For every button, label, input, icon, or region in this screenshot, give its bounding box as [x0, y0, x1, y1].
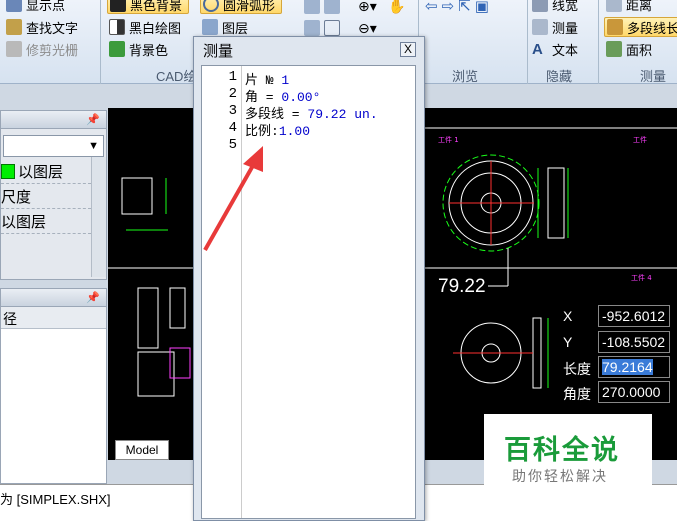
forward-arrow-icon: ⇨ — [441, 0, 455, 15]
line-width-button[interactable]: 线宽 — [532, 0, 578, 14]
zoom-find-icon — [324, 0, 340, 14]
color-swatch — [1, 163, 15, 179]
dropdown-arrow-icon: ▼ — [88, 140, 99, 152]
properties-panel: 📌 ▼ 以图层 尺度 以图层 — [0, 110, 107, 280]
zoom-window-icon — [304, 0, 320, 14]
area-button[interactable]: 面积 — [606, 39, 652, 59]
coord-y-label: Y — [563, 334, 573, 350]
back-arrow-icon: ⇦ — [425, 0, 438, 15]
bw-draw-button[interactable]: 黑白绘图 — [109, 17, 181, 37]
app-window: 显示点 查找文字 修剪光栅 黑色背景 黑白绘图 背景色 圆滑弧形 图层 ⊕▾ ⊖… — [0, 0, 677, 521]
pin-icon[interactable]: 📌 — [86, 113, 100, 126]
export-icon: ⇱ — [458, 0, 471, 15]
line-number: 1 — [228, 69, 237, 85]
watermark: 百科全说 助你轻松解决 — [484, 414, 652, 490]
trim-raster-button[interactable]: 修剪光栅 — [6, 39, 78, 59]
zoom-out-button[interactable]: ⊖▾ — [358, 18, 377, 38]
property-row[interactable]: 以图层 — [1, 159, 91, 184]
line-number: 4 — [228, 120, 237, 136]
measure-button[interactable]: 测量 — [532, 17, 578, 37]
watermark-title: 百科全说 — [504, 435, 620, 465]
line-width-icon — [532, 0, 548, 12]
distance-button[interactable]: 距离 — [606, 0, 652, 14]
file-panel: 📌 径 — [0, 288, 107, 484]
black-background-button[interactable]: 黑色背景 — [107, 0, 190, 14]
window-icon: ▣ — [474, 0, 489, 15]
arc-icon — [203, 0, 219, 12]
line-number: 3 — [228, 103, 237, 119]
group-label-browse: 浏览 — [452, 69, 479, 84]
layers-icon — [202, 19, 218, 35]
zoom-in-button[interactable]: ⊕▾ — [358, 0, 377, 16]
line-number: 2 — [228, 86, 237, 102]
ribbon-separator — [598, 0, 599, 84]
zoom-in-icon: ⊕▾ — [358, 0, 377, 14]
coord-angle-label: 角度 — [563, 386, 591, 402]
coord-y-field[interactable]: -108.5502 — [598, 331, 670, 353]
coord-x-label: X — [563, 308, 573, 324]
property-row[interactable]: 以图层 — [1, 209, 91, 234]
svg-text:工件 1: 工件 1 — [438, 135, 459, 144]
result-line: 比例:1.00 — [245, 124, 311, 139]
dimension-label: 79.22 — [438, 276, 486, 297]
bw-icon — [109, 19, 125, 35]
polyline-length-button[interactable]: 多段线长 — [604, 17, 677, 37]
select-icon — [304, 20, 320, 36]
close-button[interactable]: X — [400, 42, 416, 57]
group-label-cad-draw: CAD绘 — [156, 69, 197, 84]
pin-icon[interactable]: 📌 — [86, 291, 100, 304]
black-bg-icon — [110, 0, 126, 12]
frame-icon — [324, 20, 340, 36]
polyline-icon — [607, 19, 623, 35]
show-points-button[interactable]: 显示点 — [6, 0, 65, 14]
layers-button[interactable]: 图层 — [202, 17, 248, 37]
find-text-icon — [6, 19, 22, 35]
svg-text:工件: 工件 — [633, 135, 647, 144]
svg-text:工件 4: 工件 4 — [631, 273, 652, 282]
coord-length-field[interactable]: 79.2164 — [598, 356, 670, 378]
panel-titlebar: 📌 — [1, 111, 106, 129]
pan-button[interactable]: ✋ — [388, 0, 405, 16]
zoom-window-button[interactable] — [304, 0, 340, 16]
coord-x-field[interactable]: -952.6012 — [598, 305, 670, 327]
ribbon-separator — [100, 0, 101, 84]
find-text-button[interactable]: 查找文字 — [6, 17, 78, 37]
group-label-measure: 测量 — [640, 69, 667, 84]
area-icon — [606, 41, 622, 57]
annotation-arrow-icon — [203, 146, 263, 251]
property-row[interactable]: 尺度 — [1, 184, 91, 209]
coord-angle-field[interactable]: 270.0000 — [598, 381, 670, 403]
bg-color-icon — [109, 41, 125, 57]
status-text: 为 [SIMPLEX.SHX] — [0, 492, 111, 507]
line-number-gutter: 1 2 3 4 5 — [202, 66, 242, 518]
measure-icon — [532, 19, 548, 35]
background-color-button[interactable]: 背景色 — [109, 39, 168, 59]
measure-dialog: 测量 X 1 2 3 4 5 片 № 1 角 = 0.00° 多段线 = 79.… — [193, 36, 425, 521]
layer-combo[interactable]: ▼ — [3, 135, 104, 157]
panel-scrollbar[interactable] — [91, 157, 106, 277]
points-icon — [6, 0, 22, 12]
panel-titlebar: 📌 — [1, 289, 106, 307]
ribbon-separator — [527, 0, 528, 84]
hand-icon: ✋ — [388, 0, 406, 14]
watermark-subtitle: 助你轻松解决 — [512, 468, 608, 484]
smooth-arc-button[interactable]: 圆滑弧形 — [200, 0, 283, 14]
trim-icon — [6, 41, 22, 57]
coord-length-label: 长度 — [563, 361, 591, 377]
column-header[interactable]: 径 — [1, 307, 106, 329]
distance-icon — [606, 0, 622, 12]
select-button[interactable] — [304, 18, 340, 38]
measure-text-editor[interactable]: 1 2 3 4 5 片 № 1 角 = 0.00° 多段线 = 79.22 un… — [201, 65, 416, 519]
zoom-out-icon: ⊖▾ — [358, 19, 377, 36]
model-tab[interactable]: Model — [115, 440, 169, 460]
nav-arrows[interactable]: ⇦ ⇨ ⇱ ▣ — [425, 0, 489, 16]
dialog-title: 测量 — [203, 42, 234, 60]
text-button[interactable]: A 文本 — [532, 39, 578, 59]
text-a-icon: A — [532, 40, 543, 58]
dialog-titlebar[interactable]: 测量 X — [194, 37, 424, 63]
group-label-hide: 隐藏 — [546, 69, 573, 84]
